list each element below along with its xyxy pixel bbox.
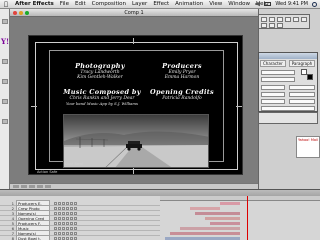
composition-canvas[interactable]: Photography Tracy Landworth Kim Gentleh-… bbox=[28, 35, 243, 175]
dust-bowl-photo[interactable] bbox=[63, 114, 209, 168]
menu-animation[interactable]: Animation bbox=[172, 1, 206, 7]
close-icon[interactable] bbox=[13, 11, 17, 15]
menu-layer[interactable]: Layer bbox=[129, 1, 150, 7]
kerning-field[interactable] bbox=[261, 92, 285, 97]
credit-title-photography[interactable]: Photography bbox=[65, 62, 135, 70]
menu-clock[interactable]: Wed 9:41 PM bbox=[275, 1, 308, 7]
tab-paragraph[interactable]: Paragraph bbox=[288, 60, 316, 67]
menu-extras: Wed 9:41 PM bbox=[255, 1, 317, 7]
layer-switches[interactable] bbox=[50, 216, 160, 220]
panel-titlebar[interactable] bbox=[259, 53, 317, 59]
safe-zone-label: Action Safe bbox=[37, 170, 58, 174]
resolution-button[interactable] bbox=[45, 185, 51, 188]
browser-tab-icon[interactable] bbox=[2, 59, 8, 64]
credit-title-opening[interactable]: Opening Credits bbox=[147, 88, 217, 96]
current-time-indicator[interactable] bbox=[247, 196, 248, 240]
background-web-snippet: Yahoo! Mail bbox=[296, 136, 320, 158]
hand-tool-icon[interactable] bbox=[269, 17, 275, 22]
layer-switches[interactable] bbox=[50, 236, 160, 240]
stroke-width-field[interactable] bbox=[261, 99, 285, 104]
photo-image bbox=[64, 115, 208, 167]
center-mark-bottom bbox=[133, 168, 134, 174]
battery-icon[interactable] bbox=[264, 2, 272, 6]
web-snippet-header: Yahoo! Mail bbox=[298, 138, 318, 142]
layer-switches[interactable] bbox=[50, 221, 160, 225]
timeline-panel: 1 Producers E. 2 Crew Photo 3 Names(s) 4 Openin… bbox=[0, 189, 320, 240]
center-mark-left bbox=[31, 106, 37, 107]
font-size-field[interactable] bbox=[261, 85, 285, 90]
credit-name[interactable]: Emma Harmon bbox=[147, 75, 217, 80]
window-controls bbox=[13, 11, 29, 15]
layer-switches[interactable] bbox=[50, 231, 160, 235]
layer-switches[interactable] bbox=[50, 201, 160, 205]
layer-duration-bar[interactable] bbox=[210, 222, 240, 225]
tab-character[interactable]: Character bbox=[260, 60, 286, 67]
selection-tool-icon[interactable] bbox=[261, 17, 267, 22]
tracking-field[interactable] bbox=[289, 92, 315, 97]
menu-file[interactable]: File bbox=[57, 1, 72, 7]
menu-view[interactable]: View bbox=[206, 1, 225, 7]
font-family-select[interactable] bbox=[261, 70, 295, 75]
layer-duration-bar[interactable] bbox=[220, 202, 240, 205]
leading-field[interactable] bbox=[289, 85, 315, 90]
center-mark-right bbox=[236, 106, 242, 107]
layer-duration-bar[interactable] bbox=[190, 207, 220, 210]
photo-caption: Dust Bowl bbox=[65, 162, 84, 166]
layer-switches[interactable] bbox=[50, 226, 160, 230]
browser-tab-icon[interactable] bbox=[2, 119, 8, 124]
background-browser-strip: Y! bbox=[0, 9, 10, 189]
credit-name[interactable]: Patricia Randolfo bbox=[147, 96, 217, 101]
menu-app-name[interactable]: After Effects bbox=[12, 1, 57, 7]
safe-margins-button[interactable] bbox=[21, 185, 27, 188]
layer-track bbox=[160, 236, 320, 240]
layer-duration-bar[interactable] bbox=[195, 212, 240, 215]
stroke-color-swatch[interactable] bbox=[307, 74, 313, 80]
brush-tool-icon[interactable] bbox=[269, 23, 275, 28]
browser-tab-icon[interactable] bbox=[2, 79, 8, 84]
info-panel bbox=[258, 112, 318, 124]
text-tool-icon[interactable] bbox=[301, 17, 307, 22]
menu-composition[interactable]: Composition bbox=[89, 1, 129, 7]
credit-name[interactable]: Kim Gentleh-Walker bbox=[65, 75, 135, 80]
stroke-order-select[interactable] bbox=[289, 99, 315, 104]
rotate-tool-icon[interactable] bbox=[285, 17, 291, 22]
font-style-select[interactable] bbox=[261, 77, 295, 82]
center-mark-top bbox=[133, 38, 134, 44]
layer-duration-bar[interactable] bbox=[180, 227, 240, 230]
clone-tool-icon[interactable] bbox=[277, 23, 283, 28]
zoom-icon[interactable] bbox=[25, 11, 29, 15]
volume-icon[interactable] bbox=[255, 1, 261, 7]
minimize-icon[interactable] bbox=[19, 11, 23, 15]
mask-tool-icon[interactable] bbox=[261, 23, 267, 28]
menu-effect[interactable]: Effect bbox=[150, 1, 172, 7]
magnification-button[interactable] bbox=[13, 185, 19, 188]
menu-edit[interactable]: Edit bbox=[72, 1, 89, 7]
composition-viewer[interactable]: Photography Tracy Landworth Kim Gentleh-… bbox=[10, 17, 258, 183]
browser-tab-icon[interactable] bbox=[2, 99, 8, 104]
credit-title-producers[interactable]: Producers bbox=[147, 62, 217, 70]
layer-switches[interactable] bbox=[50, 211, 160, 215]
character-panel: Character Paragraph bbox=[258, 52, 318, 112]
apple-menu-icon[interactable]:  bbox=[0, 1, 12, 8]
zoom-tool-icon[interactable] bbox=[277, 17, 283, 22]
layer-switches[interactable] bbox=[50, 206, 160, 210]
spotlight-icon[interactable] bbox=[312, 1, 317, 7]
pen-tool-icon[interactable] bbox=[293, 17, 299, 22]
browser-back-icon[interactable] bbox=[2, 19, 8, 24]
yahoo-logo: Y! bbox=[1, 37, 10, 46]
tools-palette bbox=[258, 14, 310, 29]
current-time-button[interactable] bbox=[29, 185, 35, 188]
menu-window[interactable]: Window bbox=[225, 1, 253, 7]
comp-window-titlebar[interactable]: Comp 1 bbox=[10, 9, 258, 17]
credit-title-music[interactable]: Music Composed by bbox=[59, 88, 145, 96]
layer-duration-bar[interactable] bbox=[205, 217, 240, 220]
layer-duration-bar[interactable] bbox=[170, 232, 240, 235]
window-title: Comp 1 bbox=[124, 10, 144, 16]
menu-bar:  After Effects File Edit Composition La… bbox=[0, 0, 320, 9]
snapshot-button[interactable] bbox=[37, 185, 43, 188]
layer-number: 8 bbox=[11, 235, 14, 240]
credit-name[interactable]: Your band Music App by S.J. Williams bbox=[59, 101, 145, 106]
text-style-buttons[interactable] bbox=[261, 106, 315, 111]
